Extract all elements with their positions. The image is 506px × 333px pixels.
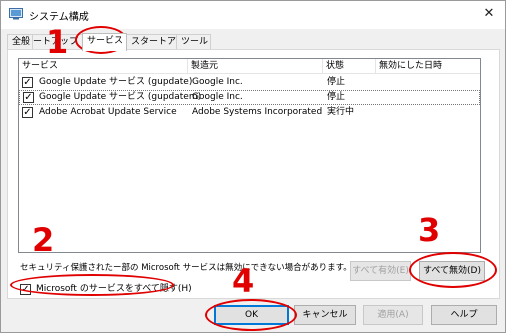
enable-all-button[interactable]: すべて有効(E) xyxy=(350,261,411,281)
annotation-number-3: 3 xyxy=(418,211,441,249)
info-text: セキュリティ保護されたー部の Microsoft サービスは無効にできない場合が… xyxy=(20,263,352,273)
tab-startup[interactable]: スタートアップ xyxy=(126,34,177,50)
service-maker: Adobe Systems Incorporated xyxy=(192,107,323,117)
service-name: Google Update サービス (gupdatem) xyxy=(39,92,202,102)
annotation-number-1: 1 xyxy=(46,23,69,61)
service-status: 停止 xyxy=(327,92,346,102)
close-icon[interactable]: ✕ xyxy=(479,4,499,24)
system-config-icon xyxy=(9,8,23,20)
table-row[interactable]: ✓ Adobe Acrobat Update Service Adobe Sys… xyxy=(19,105,480,120)
disable-all-button[interactable]: すべて無効(D) xyxy=(419,261,485,281)
column-disabled-date[interactable]: 無効にした日時 xyxy=(376,59,480,74)
hide-microsoft-checkbox[interactable]: ✓ xyxy=(20,284,31,295)
apply-button[interactable]: 適用(A) xyxy=(363,305,423,325)
service-checkbox[interactable]: ✓ xyxy=(22,107,33,118)
tab-tools[interactable]: ツール xyxy=(176,34,211,50)
service-status: 停止 xyxy=(327,77,346,87)
hide-microsoft-label: Microsoft のサービスをすべて隠す(H) xyxy=(36,284,192,294)
service-checkbox[interactable]: ✓ xyxy=(23,92,34,103)
column-maker[interactable]: 製造元 xyxy=(188,59,323,74)
column-service[interactable]: サービス xyxy=(19,59,188,74)
annotation-number-2: 2 xyxy=(32,221,55,259)
column-status[interactable]: 状態 xyxy=(323,59,376,74)
tab-general[interactable]: 全般 xyxy=(7,34,33,50)
service-checkbox[interactable]: ✓ xyxy=(22,77,33,88)
list-header: サービス 製造元 状態 無効にした日時 xyxy=(19,59,480,74)
title-bar: システム構成 ✕ xyxy=(1,1,505,29)
annotation-number-4: 4 xyxy=(232,262,255,300)
services-list[interactable]: サービス 製造元 状態 無効にした日時 ✓ Google Update サービス… xyxy=(18,58,481,253)
service-name: Adobe Acrobat Update Service xyxy=(39,107,177,117)
table-row[interactable]: ✓ Google Update サービス (gupdatem) Google I… xyxy=(19,90,480,105)
table-row[interactable]: ✓ Google Update サービス (gupdate) Google In… xyxy=(19,75,480,90)
window-title: システム構成 xyxy=(29,12,89,23)
tab-services[interactable]: サービス xyxy=(82,33,127,51)
ok-button[interactable]: OK xyxy=(214,305,289,325)
service-name: Google Update サービス (gupdate) xyxy=(39,77,193,87)
cancel-button[interactable]: キャンセル xyxy=(294,305,356,325)
service-maker: Google Inc. xyxy=(192,77,243,87)
service-status: 実行中 xyxy=(327,107,355,117)
help-button[interactable]: ヘルプ xyxy=(431,305,497,325)
service-maker: Google Inc. xyxy=(192,92,243,102)
